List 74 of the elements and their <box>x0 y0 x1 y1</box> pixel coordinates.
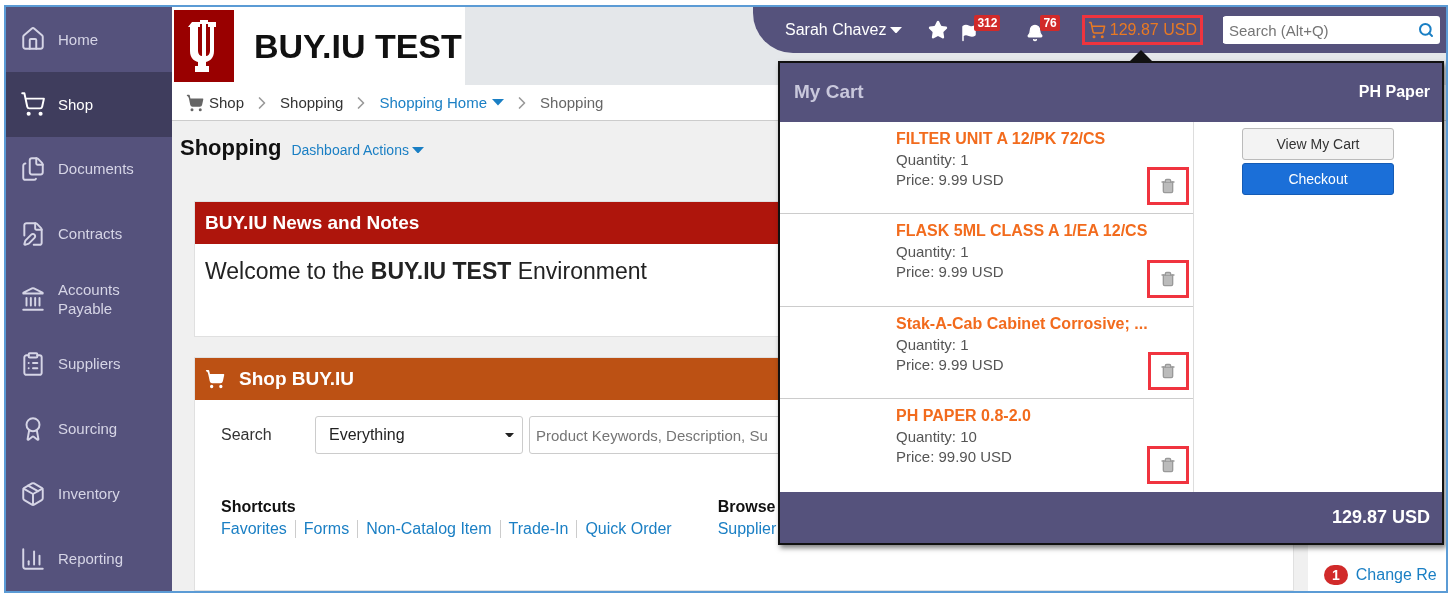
cart-icon <box>205 369 225 389</box>
caret-icon <box>492 99 505 106</box>
cart-icon <box>186 93 204 112</box>
logo-title: BUY.IU TEST <box>254 26 462 66</box>
sidebar-item[interactable]: Sourcing <box>6 396 172 462</box>
user-menu[interactable]: Sarah Chavez <box>785 21 903 39</box>
caret-icon <box>505 432 514 438</box>
sidebar-item[interactable]: Contracts <box>6 201 172 267</box>
trash-icon <box>1160 270 1177 287</box>
dashboard-actions-menu[interactable]: Dashboard Actions <box>291 142 424 158</box>
item-price: Price: 9.99 USD <box>896 170 1005 188</box>
documents-icon <box>20 156 46 183</box>
search-field[interactable]: Search (Alt+Q) <box>1222 16 1440 44</box>
sidebar-item[interactable]: Home <box>6 7 172 72</box>
sidebar-item[interactable]: Reporting <box>6 526 172 591</box>
sidebar-item[interactable]: Accounts Payable <box>6 266 172 332</box>
bank-icon <box>20 286 46 312</box>
star-icon[interactable] <box>928 20 949 40</box>
item-quantity: Quantity: 1 <box>896 150 970 168</box>
caret-icon <box>890 26 903 34</box>
breadcrumb-link[interactable]: Shopping <box>280 94 344 111</box>
cart-total: 129.87 USD <box>1331 506 1430 528</box>
popup-title: My Cart <box>794 81 864 104</box>
item-name[interactable]: FLASK 5ML CLASS A 1/EA 12/CS <box>896 222 1148 241</box>
panel-title: Shop BUY.IU <box>239 368 355 390</box>
shortcut-link[interactable]: Forms <box>294 520 358 538</box>
shortcut-link[interactable]: Trade-In <box>499 520 577 538</box>
scope-dropdown[interactable]: Everything <box>315 416 523 454</box>
home-icon <box>20 26 46 53</box>
item-quantity: Quantity: 1 <box>896 243 970 261</box>
trash-icon <box>1160 178 1176 195</box>
breadcrumb-link[interactable]: Shopping <box>540 94 604 111</box>
search-label: Search <box>221 426 273 444</box>
checkout-button[interactable]: Checkout <box>1242 162 1394 195</box>
sidebar-item[interactable]: Shop <box>6 71 172 137</box>
bell-button[interactable]: 76 <box>1026 15 1060 45</box>
delete-button[interactable] <box>1147 352 1189 391</box>
trash-icon <box>1160 456 1176 473</box>
item-price: Price: 9.99 USD <box>896 263 1005 281</box>
cart-icon <box>20 91 46 118</box>
search-icon[interactable] <box>1417 22 1434 38</box>
cart-icon <box>1087 21 1106 39</box>
delete-button[interactable] <box>1147 167 1189 206</box>
caret-icon <box>411 146 424 154</box>
shortcut-link[interactable]: Non-Catalog Item <box>357 520 500 538</box>
shortcut-link[interactable]: Quick Order <box>576 520 680 538</box>
delete-button[interactable] <box>1147 445 1189 484</box>
trash-icon <box>1160 363 1177 380</box>
item-name[interactable]: FILTER UNIT A 12/PK 72/CS <box>896 129 1106 148</box>
task-link[interactable]: Change Re <box>1355 566 1437 584</box>
bar-chart-icon <box>20 545 46 572</box>
sidebar-item[interactable]: Documents <box>6 136 172 202</box>
breadcrumb-link[interactable]: Shop <box>186 93 245 112</box>
delete-button[interactable] <box>1147 259 1189 298</box>
flag-button[interactable]: 312 <box>960 15 1001 45</box>
page-title: Shopping <box>180 135 282 161</box>
count-badge: 1 <box>1324 565 1348 585</box>
shortcut-link[interactable]: Favorites <box>221 520 295 538</box>
breadcrumb-link[interactable]: Shopping Home <box>379 94 505 111</box>
pen-document-icon <box>20 221 46 248</box>
item-name[interactable]: Stak-A-Cab Cabinet Corrosive; ... <box>896 314 1148 333</box>
browse-heading: Browse <box>717 498 777 516</box>
shortcuts-heading: Shortcuts <box>221 498 297 516</box>
sidebar-item[interactable]: Suppliers <box>6 331 172 397</box>
item-price: Price: 9.99 USD <box>896 355 1005 373</box>
clipboard-icon <box>20 350 46 377</box>
welcome-text: Welcome to the BUY.IU TEST Environment <box>205 258 647 285</box>
package-icon <box>20 480 46 507</box>
bell-icon <box>1026 24 1045 42</box>
cart-name: PH Paper <box>1358 83 1430 102</box>
view-cart-button[interactable]: View My Cart <box>1242 127 1394 160</box>
flag-icon <box>960 24 979 42</box>
sidebar-item[interactable]: Inventory <box>6 461 172 527</box>
item-quantity: Quantity: 1 <box>896 335 970 353</box>
